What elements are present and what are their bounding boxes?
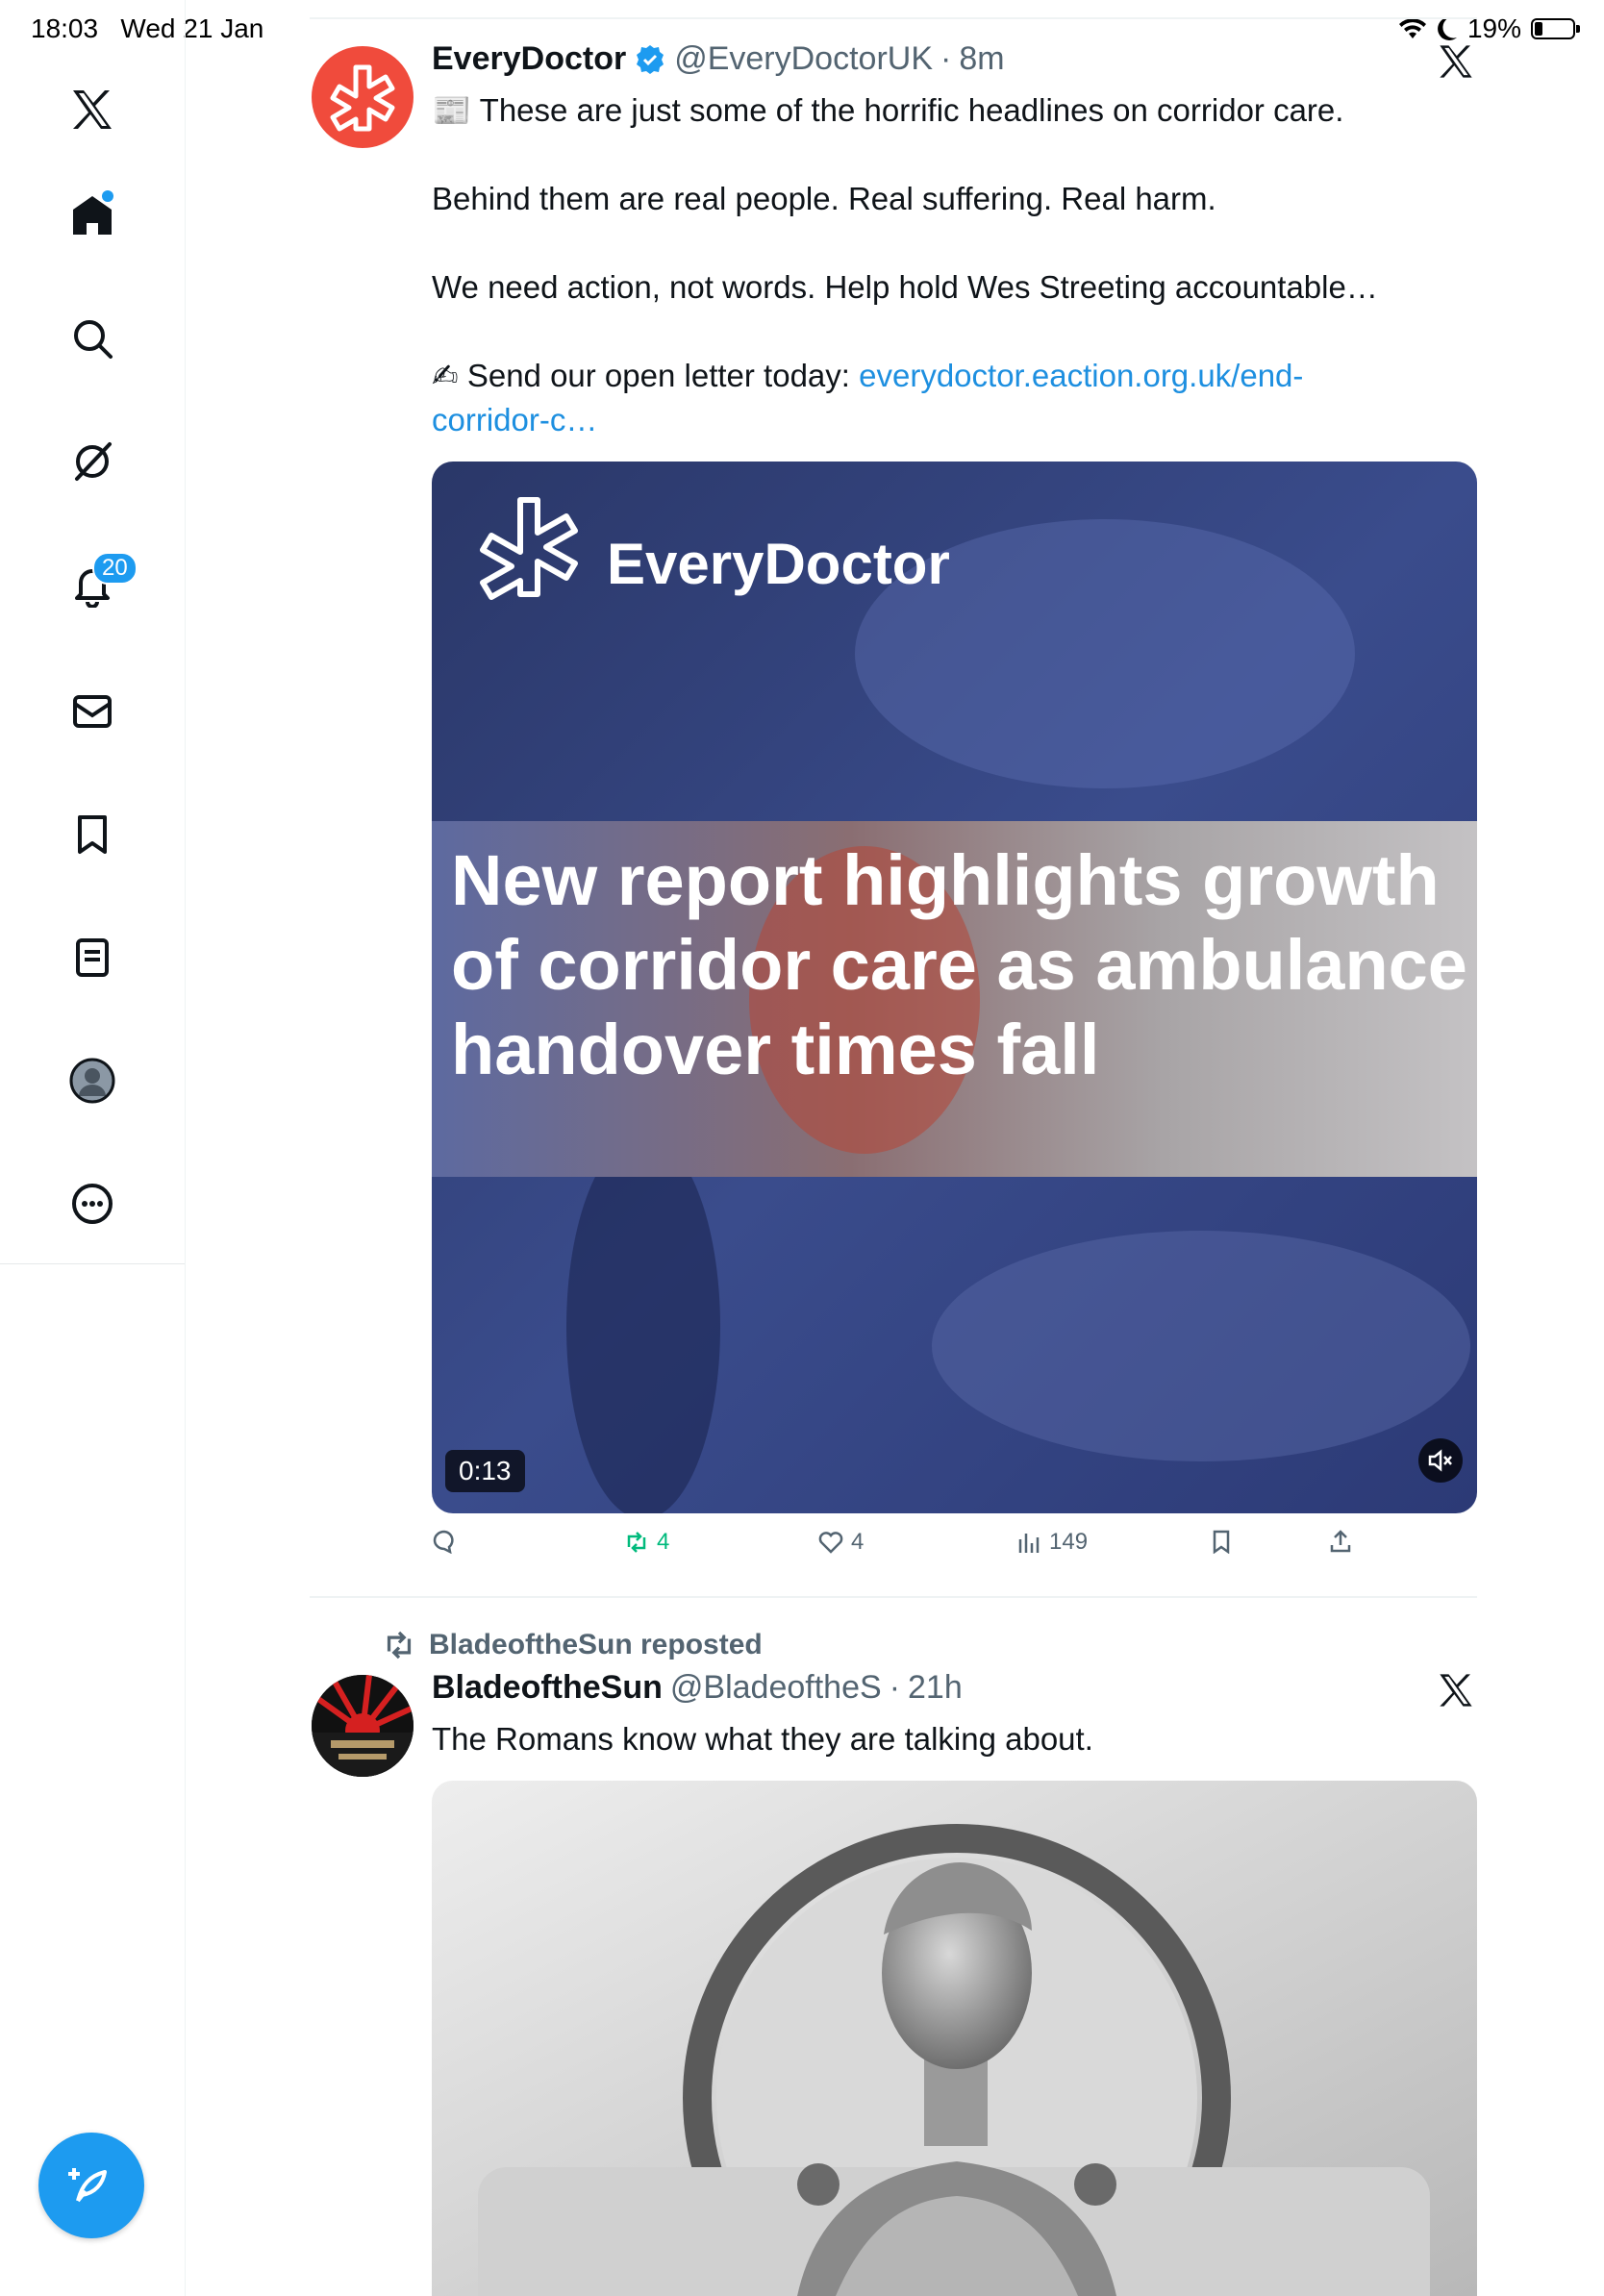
video-duration: 0:13 <box>445 1450 525 1492</box>
tweet-header: BladeoftheSun @BladeoftheS · 21h <box>432 1669 963 1707</box>
notifications-badge: 20 <box>92 552 138 585</box>
tweet-actions: 4 4 149 <box>432 1529 1393 1567</box>
author-handle[interactable]: @EveryDoctorUK <box>674 40 933 78</box>
dot-separator: · <box>940 40 952 77</box>
writing-hand-emoji: ✍ <box>432 358 459 393</box>
nav-home[interactable] <box>58 181 127 250</box>
tweet-line-4: Send our open letter today: <box>466 358 850 393</box>
more-icon <box>72 1184 113 1224</box>
tweet-avatar[interactable] <box>312 1675 414 1777</box>
reposted-by: BladeoftheSun reposted <box>429 1629 763 1660</box>
x-logo-icon <box>1440 1674 1472 1707</box>
heart-icon <box>818 1532 843 1554</box>
grok-x-button[interactable] <box>1437 42 1475 86</box>
repost-button[interactable]: 4 <box>624 1529 669 1556</box>
x-logo-icon[interactable] <box>58 75 127 144</box>
grok-icon <box>75 442 112 481</box>
bookmark-button[interactable] <box>1209 1529 1234 1554</box>
view-count: 149 <box>1049 1529 1089 1555</box>
nav-notifications[interactable]: 20 <box>58 550 138 619</box>
like-button[interactable]: 4 <box>818 1529 864 1556</box>
author-name[interactable]: EveryDoctor <box>432 40 626 78</box>
repost-count: 4 <box>657 1529 670 1555</box>
grok-x-button[interactable] <box>1437 1671 1475 1714</box>
rising-sun-avatar-icon <box>312 1675 414 1777</box>
repost-icon <box>627 1532 646 1553</box>
roman-bust-image <box>432 1781 1477 2296</box>
like-count: 4 <box>851 1529 865 1555</box>
nav-lists[interactable] <box>58 923 127 992</box>
tweet-body: The Romans know what they are talking ab… <box>432 1721 1093 1757</box>
tweet-line-2: Behind them are real people. Real suffer… <box>432 181 1216 216</box>
compose-button[interactable] <box>38 2133 144 2238</box>
tweet-line-3: We need action, not words. Help hold Wes… <box>432 269 1378 305</box>
tweet-time[interactable]: 8m <box>959 40 1004 78</box>
feed-top-divider <box>310 17 1477 19</box>
verified-badge-icon <box>637 44 664 74</box>
author-name[interactable]: BladeoftheSun <box>432 1669 663 1707</box>
video-headline: New report highlights growth of corridor… <box>451 840 1467 1089</box>
nav-explore[interactable] <box>58 304 127 373</box>
newspaper-emoji: 📰 <box>432 92 472 128</box>
tweet-separator <box>310 1596 1477 1598</box>
repost-icon <box>387 1631 412 1660</box>
nav-grok[interactable] <box>58 427 127 496</box>
reply-icon <box>433 1530 454 1554</box>
envelope-icon <box>73 695 112 728</box>
profile-avatar-icon <box>69 1058 115 1104</box>
tweet-line-1: These are just some of the horrific head… <box>479 92 1344 128</box>
analytics-icon <box>1018 1534 1040 1553</box>
tweet-image[interactable] <box>432 1781 1477 2296</box>
everydoctor-logo-icon <box>330 64 395 132</box>
repost-indicator[interactable]: BladeoftheSun reposted <box>383 1629 763 1661</box>
reply-button[interactable] <box>432 1529 464 1554</box>
video-brand: EveryDoctor <box>607 532 950 596</box>
muted-speaker-icon <box>1428 1449 1452 1472</box>
nav-bookmarks[interactable] <box>58 800 127 869</box>
tweet-avatar[interactable] <box>312 46 414 148</box>
search-icon <box>74 320 113 359</box>
dot-separator: · <box>889 1669 901 1706</box>
tweet-video[interactable]: EveryDoctor New report highlights growth… <box>432 462 1477 1513</box>
new-content-dot <box>102 190 113 202</box>
nav-divider <box>0 1263 185 1264</box>
nav-messages[interactable] <box>58 677 127 746</box>
moon-icon <box>1438 16 1457 40</box>
list-icon <box>76 938 109 977</box>
tweet-header: EveryDoctor @EveryDoctorUK · 8m <box>432 40 1005 78</box>
wifi-icon <box>1398 18 1426 38</box>
bookmark-icon <box>78 815 107 854</box>
bookmark-icon <box>1213 1530 1230 1554</box>
battery-icon <box>1531 18 1580 39</box>
author-handle[interactable]: @BladeoftheS <box>670 1669 882 1707</box>
nav-more[interactable] <box>58 1169 127 1238</box>
views-button[interactable]: 149 <box>1016 1529 1088 1556</box>
nav-profile[interactable] <box>58 1046 127 1115</box>
compose-feather-icon <box>68 2168 107 2203</box>
tweet-body: 📰 These are just some of the horrific he… <box>432 88 1470 442</box>
x-logo-icon <box>1440 45 1472 78</box>
tweet-time[interactable]: 21h <box>908 1669 963 1707</box>
share-icon <box>1330 1530 1351 1553</box>
share-button[interactable] <box>1328 1529 1353 1554</box>
mute-button[interactable] <box>1418 1438 1463 1483</box>
